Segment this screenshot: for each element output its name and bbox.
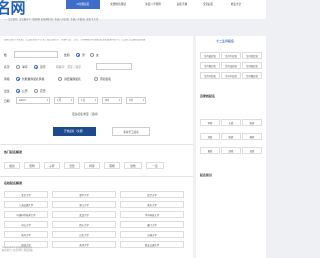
footer: Copyright © 起名网 版权所有 联系我们 | 免责声明 | 网站地图 — [0, 246, 193, 252]
zodiac-item[interactable]: 生肖牛起名 — [221, 52, 241, 59]
zodiac-item[interactable]: 生肖虎起名 — [242, 52, 262, 59]
school-name-cell[interactable]: 四川大学 — [52, 221, 116, 228]
more-types-toggle[interactable]: 更多起名类型（选填） — [72, 113, 100, 116]
surname-item[interactable]: 张姓 — [242, 119, 262, 126]
date-label: 日期 — [4, 99, 10, 103]
school-name-cell[interactable]: 北京大学 — [4, 191, 48, 198]
popular-names-title: 热门起名解读 — [4, 150, 23, 154]
school-name-cell[interactable]: 山东大学 — [52, 231, 116, 238]
zodiac-item[interactable]: 生肖兔起名 — [200, 62, 220, 69]
hour-select[interactable]: 0时 — [102, 97, 122, 104]
popular-name-chip[interactable]: 一诺 — [146, 162, 164, 169]
school-name-cell[interactable]: 浙江大学 — [52, 201, 116, 208]
intro-text: 周易生辰八字起名，宝宝起名名字大全，结合姓名学、周易八卦、五行、诗词典故等传统起… — [4, 39, 146, 41]
calendar-lunar-radio[interactable] — [34, 88, 38, 93]
naming-form-panel: 周易生辰八字起名，宝宝起名名字大全，结合姓名学、周易八卦、五行、诗词典故等传统起… — [0, 36, 193, 258]
school-name-cell[interactable]: 南京大学 — [120, 201, 184, 208]
site-logo[interactable]: 名网 — [0, 0, 26, 17]
zodiac-item[interactable]: 生肖蛇起名 — [242, 62, 262, 69]
school-name-cell[interactable]: 武汉大学 — [52, 211, 116, 218]
gender-female-label: 女 — [96, 53, 99, 57]
surname-item[interactable]: 刘姓 — [200, 133, 220, 140]
style-poetry-label: 诗经楚辞起名 — [64, 77, 81, 81]
section-divider — [0, 176, 193, 177]
surname-item[interactable]: 杨姓 — [242, 133, 262, 140]
popular-name-chip[interactable]: 晓明 — [24, 162, 40, 169]
school-name-cell[interactable]: 清华大学 — [52, 191, 116, 198]
style-auto-label: 智能推荐起名风格 — [22, 77, 45, 81]
school-name-cell[interactable]: 中山大学 — [4, 221, 48, 228]
naming-knowledge-title: 起名知识 — [200, 173, 213, 177]
school-name-cell[interactable]: 吉林大学 — [120, 231, 184, 238]
zodiac-item[interactable]: 生肖鼠起名 — [200, 52, 220, 59]
style-zhouyi-radio[interactable] — [94, 76, 98, 81]
special-char-input[interactable] — [96, 63, 132, 70]
popular-name-chip[interactable]: 梓萱 — [84, 162, 100, 169]
double-char-label: 双字 — [40, 65, 46, 69]
zodiac-naming-title: 十二生肖起名 — [216, 39, 235, 43]
surname-naming-title: 百家姓起名 — [200, 94, 216, 98]
nav-name-list[interactable]: 姓名大全 — [222, 0, 250, 9]
school-name-cell[interactable]: 厦门大学 — [120, 221, 184, 228]
surname-item[interactable]: 李姓 — [200, 119, 220, 126]
generate-names-button[interactable]: 开始起名（免费） — [53, 127, 96, 136]
gender-label: 性别 — [64, 53, 70, 57]
minute-select[interactable]: 0分 — [126, 97, 146, 104]
footer-links[interactable]: 联系我们 | 免责声明 | 网站地图 — [2, 249, 193, 252]
popular-name-chip[interactable]: 欣怡 — [124, 162, 142, 169]
popular-name-chip[interactable]: 雨桐 — [104, 162, 120, 169]
gender-female-radio[interactable] — [90, 52, 94, 57]
top-header: 名网 AI智能起名 免费姓名测试 生辰八字测算 起名字典 宝宝起名 姓名大全 — [0, 0, 266, 19]
year-select[interactable]: 2024 — [16, 97, 50, 104]
gender-male-radio[interactable] — [76, 52, 80, 57]
nav-baby-naming[interactable]: 宝宝起名 — [196, 0, 220, 9]
school-names-title: 名校起名解读 — [4, 181, 23, 185]
sidebar: 十二生肖起名 生肖鼠起名 生肖牛起名 生肖虎起名 生肖兔起名 生肖龙起名 生肖蛇… — [196, 36, 266, 258]
popular-name-chip[interactable]: 子轩 — [44, 162, 60, 169]
zodiac-item[interactable]: 生肖猴起名 — [242, 72, 262, 79]
school-name-cell[interactable]: 南开大学 — [4, 231, 48, 238]
expert-naming-button[interactable]: 专家手工起名 — [112, 127, 150, 136]
section-divider — [0, 144, 193, 145]
style-zhouyi-label: 周易起名 — [100, 77, 112, 81]
nav-bazi[interactable]: 生辰八字测算 — [136, 0, 170, 9]
popular-name-chip[interactable]: 浩然 — [64, 162, 80, 169]
surname-item[interactable]: 吴姓 — [242, 147, 262, 154]
single-char-radio[interactable] — [16, 64, 20, 69]
style-poetry-radio[interactable] — [58, 76, 62, 81]
surname-item[interactable]: 黄姓 — [200, 147, 220, 154]
nav-ai-naming[interactable]: AI智能起名 — [66, 0, 100, 9]
gender-male-label: 男 — [82, 53, 85, 57]
school-name-cell[interactable]: 复旦大学 — [120, 191, 184, 198]
nav-name-test[interactable]: 免费姓名测试 — [101, 0, 135, 9]
zodiac-item[interactable]: 生肖羊起名 — [221, 72, 241, 79]
surname-item[interactable]: 陈姓 — [221, 133, 241, 140]
popular-name-chip[interactable]: 俊凯 — [4, 162, 20, 169]
double-char-radio[interactable] — [34, 64, 38, 69]
style-auto-radio[interactable] — [16, 76, 20, 81]
school-name-cell[interactable]: 中国科学技术大学 — [4, 211, 48, 218]
keyword-links[interactable]: …, 宝宝起名, 宝宝取名字, 取名网, 起名网打分, 生辰八字起名, 生辰八字… — [0, 18, 266, 21]
single-char-label: 单字 — [22, 65, 28, 69]
calendar-solar-label: 公历 — [22, 89, 28, 93]
special-char-label: 特殊字：首字 / 尾字 — [56, 65, 82, 69]
surname-input[interactable] — [14, 51, 58, 58]
surname-item[interactable]: 王姓 — [221, 119, 241, 126]
zodiac-item[interactable]: 生肖龙起名 — [221, 62, 241, 69]
school-name-cell[interactable]: 上海交通大学 — [4, 201, 48, 208]
nav-dictionary[interactable]: 起名字典 — [171, 0, 193, 9]
name-type-label: 名字 — [4, 65, 10, 69]
calendar-lunar-label: 农历 — [40, 89, 46, 93]
zodiac-item[interactable]: 生肖马起名 — [200, 72, 220, 79]
month-select[interactable]: 1月 — [54, 97, 74, 104]
surname-item[interactable]: 赵姓 — [221, 147, 241, 154]
day-select[interactable]: 1日 — [78, 97, 98, 104]
birth-label: 出生 — [4, 89, 10, 93]
surname-label: 姓 — [4, 53, 7, 57]
style-label: 风格 — [4, 77, 10, 81]
school-name-cell[interactable]: 华中科技大学 — [120, 211, 184, 218]
calendar-solar-radio[interactable] — [16, 88, 20, 93]
